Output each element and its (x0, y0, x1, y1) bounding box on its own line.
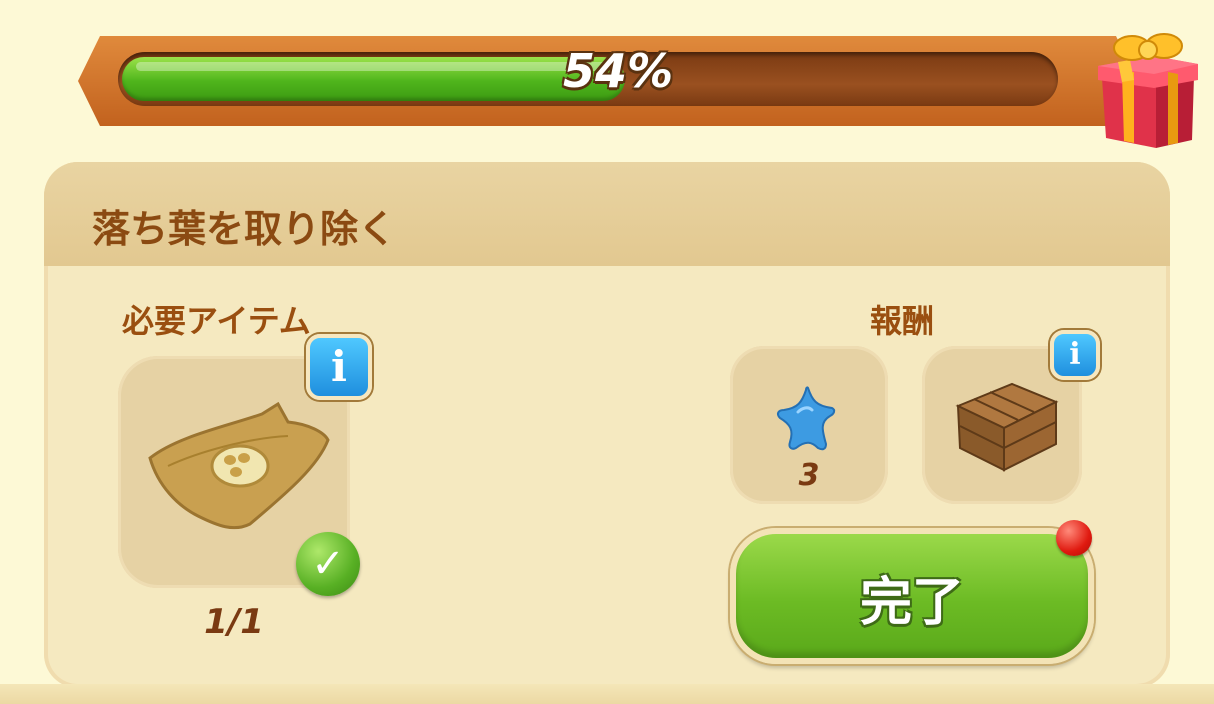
task-title: 落ち葉を取り除く (92, 207, 397, 251)
reward-star-count: 3 (798, 458, 820, 493)
task-progress-bar: 54% (78, 33, 1198, 148)
gift-box-icon[interactable] (1094, 30, 1202, 160)
required-items-label: 必要アイテム (122, 302, 311, 340)
task-panel: 落ち葉を取り除く 必要アイテム i ✓ 1/1 報酬 3 i 完了 (44, 162, 1170, 688)
reward-crate-info-icon[interactable]: i (1050, 330, 1100, 380)
reward-label: 報酬 (870, 302, 935, 340)
bottom-edge (0, 684, 1214, 704)
complete-button[interactable]: 完了 (730, 528, 1094, 664)
complete-button-label: 完了 (859, 573, 964, 633)
reward-slot-star[interactable]: 3 (730, 346, 888, 504)
notification-dot-icon (1056, 520, 1092, 556)
required-item-info-icon[interactable]: i (306, 334, 372, 400)
progress-percent: 54% (562, 44, 674, 98)
checkmark-icon: ✓ (296, 532, 360, 596)
blue-star-icon (776, 386, 836, 451)
reward-slot-crate[interactable]: i (922, 330, 1100, 504)
required-item-count: 1/1 (204, 602, 264, 642)
wooden-crate-icon (955, 382, 1059, 472)
seed-bag-icon (148, 401, 330, 530)
required-item-slot[interactable]: i ✓ (118, 334, 372, 596)
